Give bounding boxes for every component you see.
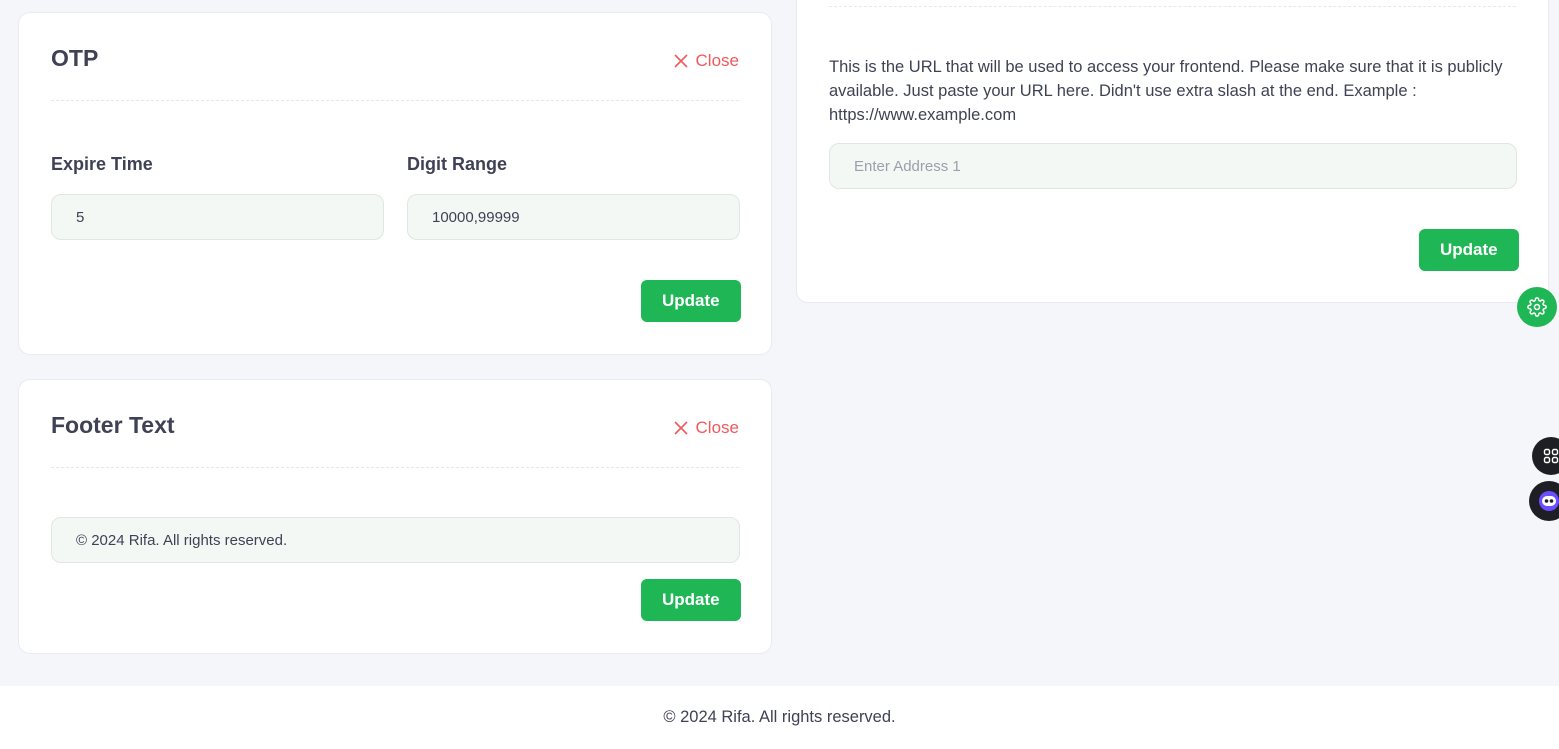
otp-close-label: Close — [695, 51, 739, 70]
chat-bot-icon — [1539, 491, 1559, 511]
digit-range-label: Digit Range — [407, 154, 508, 174]
grid-icon — [1543, 448, 1559, 464]
digit-range-input[interactable] — [407, 194, 740, 240]
frontend-url-card: This is the URL that will be used to acc… — [796, 0, 1549, 303]
otp-card-header: OTP Close — [51, 13, 739, 101]
footer-text-input[interactable] — [51, 517, 740, 563]
frontend-url-card-divider — [829, 6, 1516, 7]
expire-time-label: Expire Time — [51, 154, 153, 174]
settings-float-button[interactable] — [1517, 287, 1557, 327]
frontend-url-update-button[interactable]: Update — [1419, 229, 1519, 271]
footer-text-card: Footer Text Close Update — [18, 379, 772, 654]
footer-text-card-header: Footer Text Close — [51, 380, 739, 468]
close-icon — [673, 54, 688, 68]
apps-float-button[interactable] — [1532, 437, 1559, 475]
otp-update-button[interactable]: Update — [641, 280, 741, 322]
page-footer-text: © 2024 Rifa. All rights reserved. — [663, 708, 896, 726]
close-icon — [673, 421, 688, 435]
frontend-url-help-text: This is the URL that will be used to acc… — [829, 58, 1503, 124]
otp-card: OTP Close Expire Time Digit Range Update — [18, 12, 772, 355]
expire-time-input[interactable] — [51, 194, 384, 240]
frontend-url-input[interactable] — [829, 143, 1517, 189]
footer-text-update-button[interactable]: Update — [641, 579, 741, 621]
footer-text-card-title: Footer Text — [51, 412, 175, 438]
footer-text-close-button[interactable]: Close — [673, 418, 739, 438]
otp-card-title: OTP — [51, 45, 99, 71]
assistant-float-button[interactable] — [1529, 481, 1559, 521]
page-footer: © 2024 Rifa. All rights reserved. — [0, 686, 1559, 749]
gear-icon — [1527, 297, 1547, 317]
otp-close-button[interactable]: Close — [673, 51, 739, 71]
footer-text-close-label: Close — [695, 418, 739, 437]
